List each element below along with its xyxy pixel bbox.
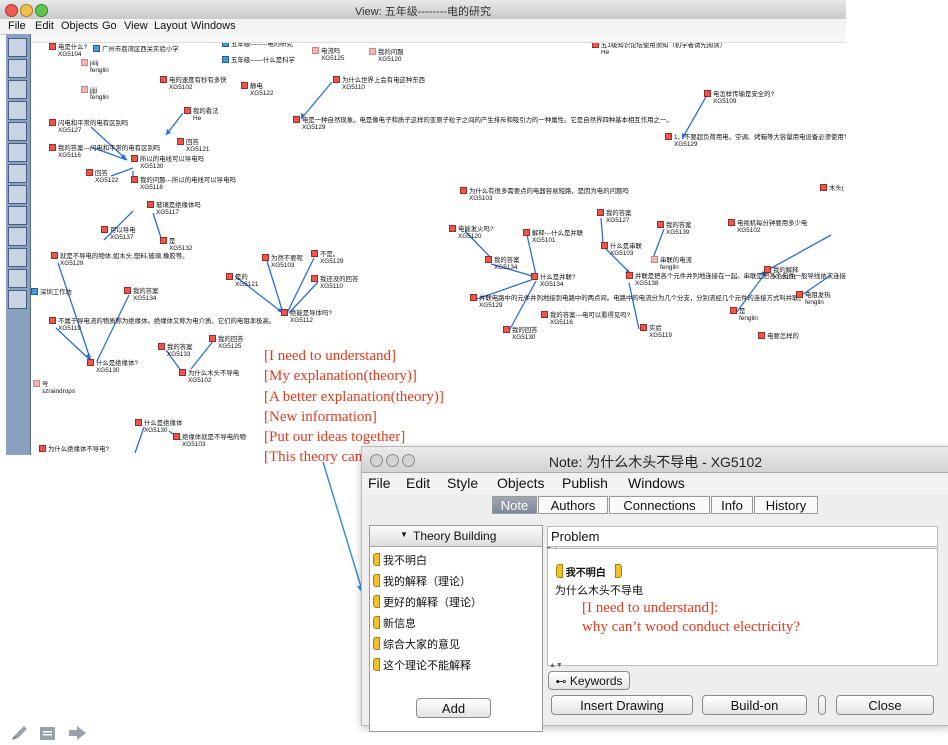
- note-window-title: Note: 为什么木头不导电 - XG5102: [548, 454, 763, 470]
- dropdown-arrow-icon: ▼: [400, 530, 408, 539]
- tab-note[interactable]: Note: [492, 496, 537, 514]
- scaffold-tag-inline: 我不明白: [556, 564, 622, 579]
- scaffold-dropdown-label: Theory Building: [413, 529, 497, 543]
- tab-history[interactable]: History: [754, 496, 818, 514]
- note-body-text: 为什么木头不导电: [555, 585, 643, 597]
- insert-drawing-button[interactable]: Insert Drawing: [551, 695, 693, 715]
- tag-text: 我不明白: [565, 568, 606, 579]
- note-titlebar: Note: 为什么木头不导电 - XG5102: [362, 447, 948, 473]
- note-editor[interactable]: 我不明白 为什么木头不导电 [I need to understand]: wh…: [547, 548, 938, 666]
- note-menu-file[interactable]: File: [368, 475, 391, 491]
- note-window: Note: 为什么木头不导电 - XG5102 File Edit Style …: [361, 446, 948, 732]
- note-icon[interactable]: [40, 727, 55, 740]
- key-icon: ⊷: [555, 676, 567, 688]
- scaffold-item[interactable]: 我的解释（理论）: [373, 573, 471, 589]
- note-menu-objects[interactable]: Objects: [497, 475, 544, 491]
- scaffold-item[interactable]: 我不明白: [373, 552, 427, 568]
- scaffold-item[interactable]: 新信息: [373, 615, 416, 631]
- scaffold-tag-icon: [373, 553, 380, 566]
- tab-info[interactable]: Info: [711, 496, 753, 514]
- splitter-handle-2[interactable]: ▲▼: [549, 662, 563, 669]
- arrow-right-icon[interactable]: [69, 726, 86, 740]
- tag-open-icon: [556, 564, 563, 578]
- scaffold-tag-icon: [373, 637, 380, 650]
- scaffold-tag-icon: [373, 574, 380, 587]
- scaffold-item[interactable]: 更好的解释（理论）: [373, 594, 482, 610]
- tab-authors[interactable]: Authors: [538, 496, 608, 514]
- build-on-button[interactable]: Build-on: [702, 695, 807, 715]
- scaffold-tag-icon: [373, 658, 380, 671]
- problem-label: Problem: [551, 529, 600, 544]
- pencil-icon[interactable]: [12, 726, 27, 740]
- tab-connections[interactable]: Connections: [609, 496, 710, 514]
- bottom-toolbar: [11, 724, 101, 742]
- keywords-button[interactable]: ⊷ Keywords: [548, 671, 630, 690]
- bottom-icons-svg: [12, 726, 86, 740]
- annotation-line-2: why can’t wood conduct electricity?: [582, 619, 800, 635]
- scaffold-tag-icon: [373, 616, 380, 629]
- add-scaffold-button[interactable]: Add: [416, 698, 491, 718]
- note-menu-publish[interactable]: Publish: [562, 475, 608, 491]
- hidden-button-edge[interactable]: [818, 695, 826, 715]
- scaffold-item[interactable]: 这个理论不能解释: [373, 657, 471, 673]
- note-menu-edit[interactable]: Edit: [406, 475, 430, 491]
- problem-field[interactable]: Problem: [547, 526, 938, 547]
- note-menubar: File Edit Style Objects Publish Windows: [362, 473, 948, 494]
- scaffold-item[interactable]: 综合大家的意见: [373, 636, 460, 652]
- scaffold-dropdown[interactable]: ▼ Theory Building: [370, 526, 542, 547]
- scaffold-tag-icon: [373, 595, 380, 608]
- note-menu-windows[interactable]: Windows: [628, 475, 685, 491]
- note-menu-style[interactable]: Style: [447, 475, 478, 491]
- close-button[interactable]: Close: [836, 695, 934, 715]
- annotation-line-1: [I need to understand]:: [582, 600, 719, 616]
- tag-close-icon: [614, 564, 622, 578]
